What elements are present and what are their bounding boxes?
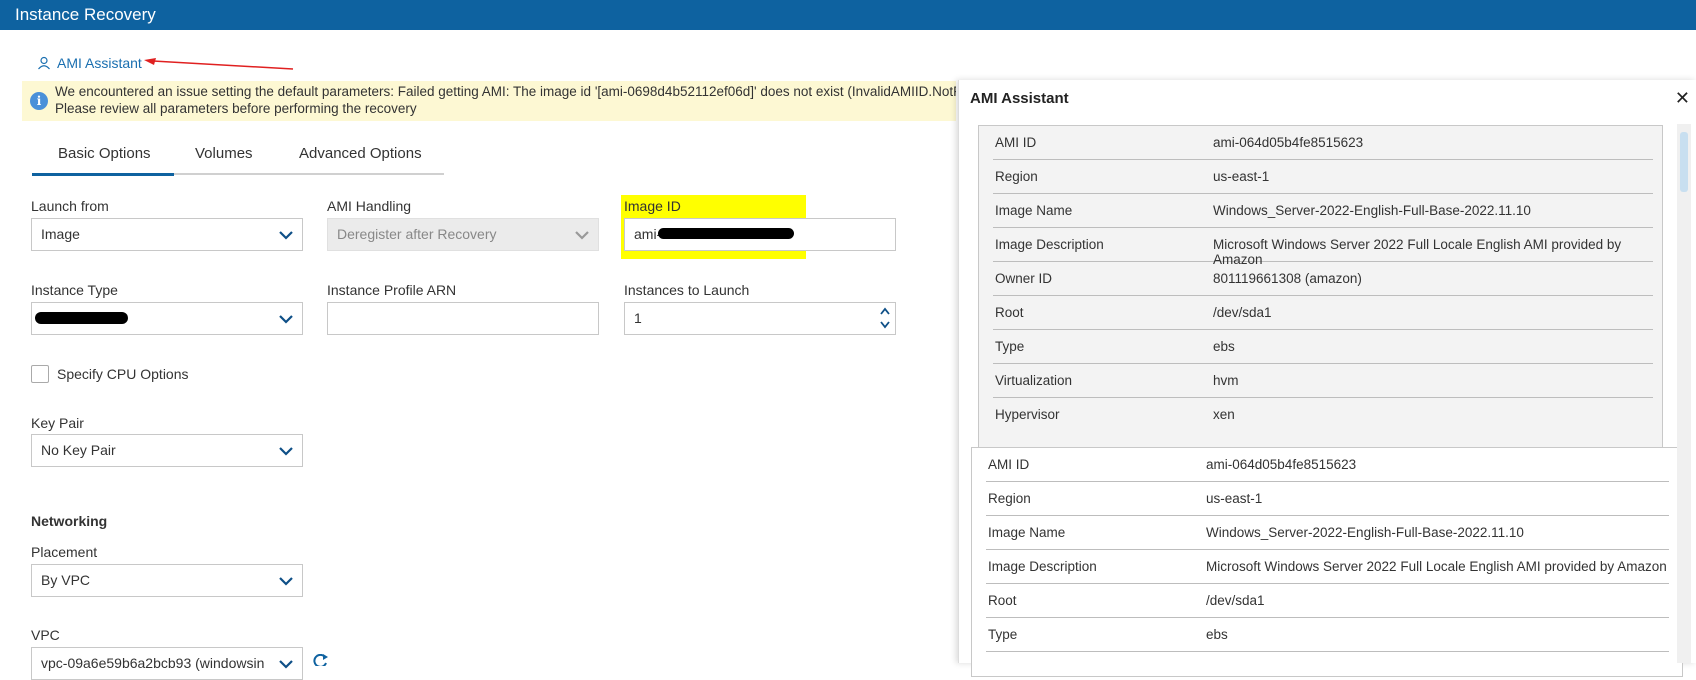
detail-row: Hypervisor xen	[995, 407, 1235, 422]
warning-banner: i We encountered an issue setting the de…	[22, 81, 956, 121]
window-title: Instance Recovery	[0, 0, 1696, 30]
ami-assistant-link[interactable]: AMI Assistant	[37, 55, 142, 71]
detail-row: Image Name Windows_Server-2022-English-Fu…	[986, 516, 1669, 550]
detail-row: Virtualization hvm	[993, 364, 1653, 398]
key-pair-label: Key Pair	[31, 415, 84, 431]
instances-to-launch-label: Instances to Launch	[624, 282, 750, 298]
ami-assistant-panel: AMI Assistant ✕ AMI ID ami-064d05b4fe8515…	[958, 80, 1696, 677]
tab-volumes[interactable]: Volumes	[195, 145, 253, 162]
ami-assistant-link-label: AMI Assistant	[57, 55, 142, 71]
vpc-label: VPC	[31, 627, 60, 643]
panel-title: AMI Assistant	[970, 90, 1069, 107]
detail-row: Image Description Microsoft Windows Serve…	[986, 550, 1669, 584]
detail-row: Root/dev/sda1	[986, 584, 1669, 618]
chevron-down-icon	[279, 660, 293, 669]
placement-label: Placement	[31, 544, 98, 560]
launch-from-label: Launch from	[31, 198, 109, 214]
detail-row: Type ebs	[986, 618, 1669, 652]
image-id-label: Image ID	[624, 198, 681, 214]
instance-type-label: Instance Type	[31, 282, 118, 298]
spinner-arrows-icon[interactable]	[879, 305, 891, 331]
scrollbar-thumb[interactable]	[1680, 132, 1688, 192]
ami-details-card[interactable]: AMI ID ami-064d05b4fe8515623 Region us-eas…	[978, 125, 1663, 462]
ami-handling-value: Deregister after Recovery	[337, 226, 497, 242]
instances-to-launch-value: 1	[634, 310, 642, 326]
detail-row: Region us-east-1	[986, 482, 1669, 516]
warning-line-1: We encountered an issue setting the defa…	[55, 84, 956, 99]
chevron-down-icon	[279, 447, 293, 456]
panel-scrollbar[interactable]	[1677, 124, 1691, 663]
ami-handling-select: Deregister after Recovery	[327, 218, 599, 251]
redaction-mark	[35, 312, 128, 324]
launch-from-value: Image	[41, 226, 80, 242]
chevron-down-icon	[575, 231, 589, 240]
chevron-down-icon	[279, 577, 293, 586]
options-tabs: Basic Options Volumes Advanced Options	[32, 143, 444, 176]
ami-handling-label: AMI Handling	[327, 198, 412, 214]
vpc-value: vpc-09a6e59b6a2bcb93 (windowsin	[41, 655, 265, 671]
instances-to-launch-stepper[interactable]: 1	[624, 302, 896, 335]
tab-basic-options[interactable]: Basic Options	[32, 145, 173, 176]
chevron-down-icon	[279, 315, 293, 324]
detail-row: Image Description Microsoft Windows Serve…	[993, 228, 1653, 267]
specify-cpu-checkbox[interactable]	[31, 365, 49, 383]
placement-select[interactable]: By VPC	[31, 564, 303, 597]
chevron-down-icon	[279, 231, 293, 240]
warning-line-2: Please review all parameters before perf…	[55, 101, 417, 116]
detail-row: AMI ID ami-064d05b4fe8515623	[986, 448, 1669, 482]
placement-value: By VPC	[41, 572, 91, 588]
key-pair-select[interactable]: No Key Pair	[31, 434, 303, 467]
networking-heading: Networking	[31, 513, 108, 529]
specify-cpu-label: Specify CPU Options	[57, 366, 189, 382]
instance-profile-arn-label: Instance Profile ARN	[327, 282, 457, 298]
detail-row: Owner ID 801119661308 (amazon)	[993, 262, 1653, 296]
redaction-mark	[658, 228, 794, 239]
close-icon[interactable]: ✕	[1675, 88, 1690, 109]
detail-row: Type ebs	[993, 330, 1653, 364]
detail-row: AMI ID ami-064d05b4fe8515623	[993, 126, 1653, 160]
instance-profile-arn-field[interactable]	[327, 302, 599, 335]
ami-details-card[interactable]: AMI ID ami-064d05b4fe8515623 Region us-eas…	[971, 447, 1683, 677]
refresh-icon[interactable]	[313, 654, 329, 666]
annotation-arrow	[144, 58, 294, 70]
detail-row: Image Name Windows_Server-2022-English-Fu…	[993, 194, 1653, 228]
launch-from-select[interactable]: Image	[31, 218, 303, 251]
tab-advanced-options[interactable]: Advanced Options	[299, 145, 422, 162]
detail-row: Root/dev/sda1	[993, 296, 1653, 330]
vpc-select[interactable]: vpc-09a6e59b6a2bcb93 (windowsin	[31, 647, 303, 680]
person-icon	[38, 56, 50, 70]
key-pair-value: No Key Pair	[41, 442, 116, 458]
detail-row: Region us-east-1	[993, 160, 1653, 194]
info-icon: i	[30, 92, 48, 110]
